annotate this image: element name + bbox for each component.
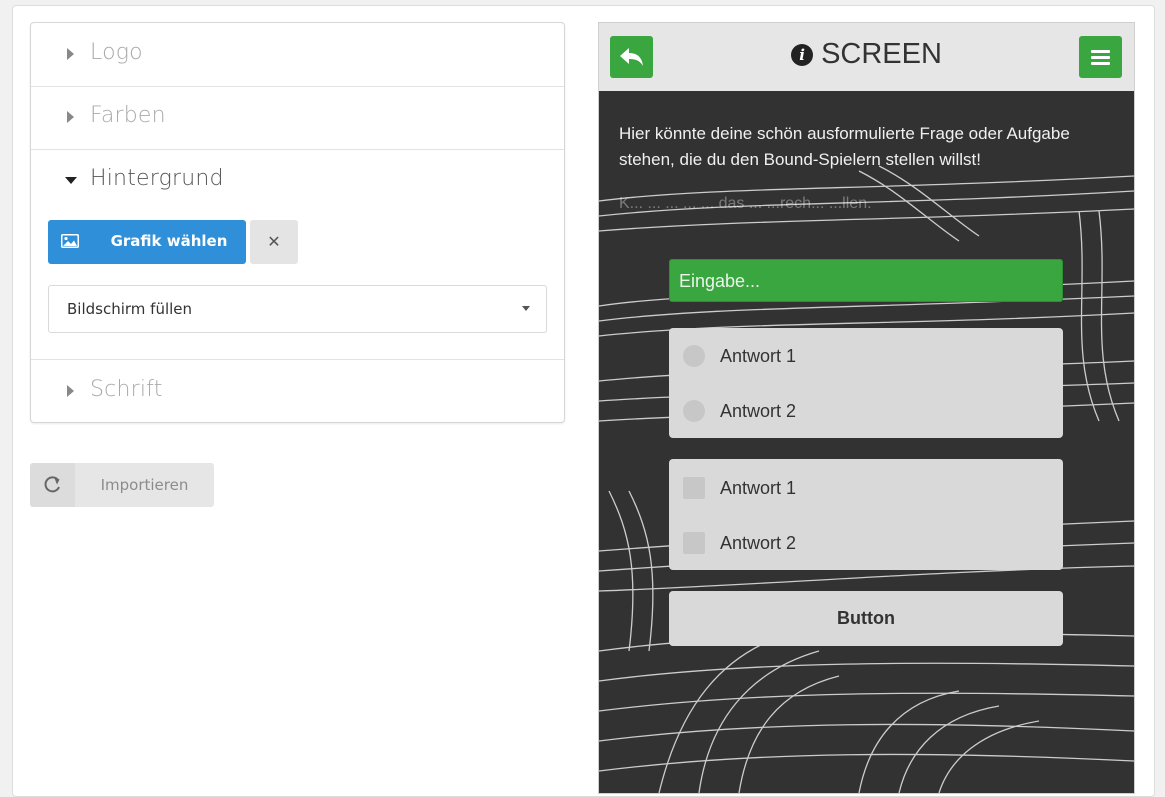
accordion-farben-label: Farben bbox=[90, 103, 166, 128]
accordion-hintergrund[interactable]: Hintergrund bbox=[31, 149, 564, 212]
checkbox-icon bbox=[683, 477, 705, 499]
settings-accordion: Logo Farben Hintergrund Grafik wählen ✕ … bbox=[30, 22, 565, 423]
radio-icon bbox=[683, 345, 705, 367]
radio-option-label: Antwort 2 bbox=[720, 401, 797, 421]
radio-group: Antwort 1 Antwort 2 bbox=[669, 328, 1063, 438]
preview-button[interactable]: Button bbox=[669, 591, 1063, 646]
checkbox-option-label: Antwort 2 bbox=[720, 533, 797, 553]
accordion-logo-label: Logo bbox=[90, 40, 143, 65]
menu-button[interactable] bbox=[1079, 36, 1122, 78]
hint-text: K... ... ... ... ... das ... ...rech... … bbox=[619, 195, 872, 212]
close-icon: ✕ bbox=[267, 232, 281, 251]
answer-input-placeholder: Eingabe... bbox=[679, 271, 761, 291]
radio-option[interactable]: Antwort 1 bbox=[669, 337, 1063, 377]
import-label: Importieren bbox=[100, 476, 189, 494]
checkbox-option[interactable]: Antwort 2 bbox=[669, 524, 1063, 564]
checkbox-option-label: Antwort 1 bbox=[720, 478, 797, 498]
chevron-down-icon bbox=[522, 306, 530, 311]
accordion-logo[interactable]: Logo bbox=[31, 23, 564, 87]
clear-graphic-button[interactable]: ✕ bbox=[250, 220, 298, 264]
caret-right-icon bbox=[67, 385, 74, 397]
checkbox-icon bbox=[683, 532, 705, 554]
caret-right-icon bbox=[67, 111, 74, 123]
radio-icon bbox=[683, 400, 705, 422]
answer-input[interactable]: Eingabe... bbox=[669, 259, 1063, 302]
screen-preview: i SCREEN Hier könnte deine schön ausform… bbox=[598, 22, 1135, 794]
accordion-hintergrund-label: Hintergrund bbox=[90, 166, 224, 191]
image-icon bbox=[61, 234, 79, 248]
preview-header: i SCREEN bbox=[599, 23, 1134, 91]
radio-option-label: Antwort 1 bbox=[720, 346, 797, 366]
background-mode-value: Bildschirm füllen bbox=[67, 300, 193, 318]
preview-title: i SCREEN bbox=[599, 38, 1134, 71]
info-icon: i bbox=[791, 44, 814, 66]
choose-graphic-label: Grafik wählen bbox=[110, 232, 228, 250]
import-button[interactable]: Importieren bbox=[30, 463, 214, 507]
caret-down-icon bbox=[65, 177, 77, 184]
background-mode-select[interactable]: Bildschirm füllen bbox=[48, 285, 547, 333]
hamburger-icon bbox=[1091, 50, 1110, 65]
choose-graphic-button[interactable]: Grafik wählen bbox=[48, 220, 246, 264]
checkbox-option[interactable]: Antwort 1 bbox=[669, 469, 1063, 509]
caret-right-icon bbox=[67, 48, 74, 60]
checkbox-group: Antwort 1 Antwort 2 bbox=[669, 459, 1063, 570]
question-text: Hier könnte deine schön ausformulierte F… bbox=[619, 124, 1070, 169]
refresh-icon bbox=[30, 463, 75, 507]
accordion-farben[interactable]: Farben bbox=[31, 86, 564, 150]
preview-title-text: SCREEN bbox=[821, 38, 942, 70]
radio-option[interactable]: Antwort 2 bbox=[669, 392, 1063, 432]
accordion-schrift[interactable]: Schrift bbox=[31, 359, 564, 423]
accordion-schrift-label: Schrift bbox=[90, 377, 163, 402]
